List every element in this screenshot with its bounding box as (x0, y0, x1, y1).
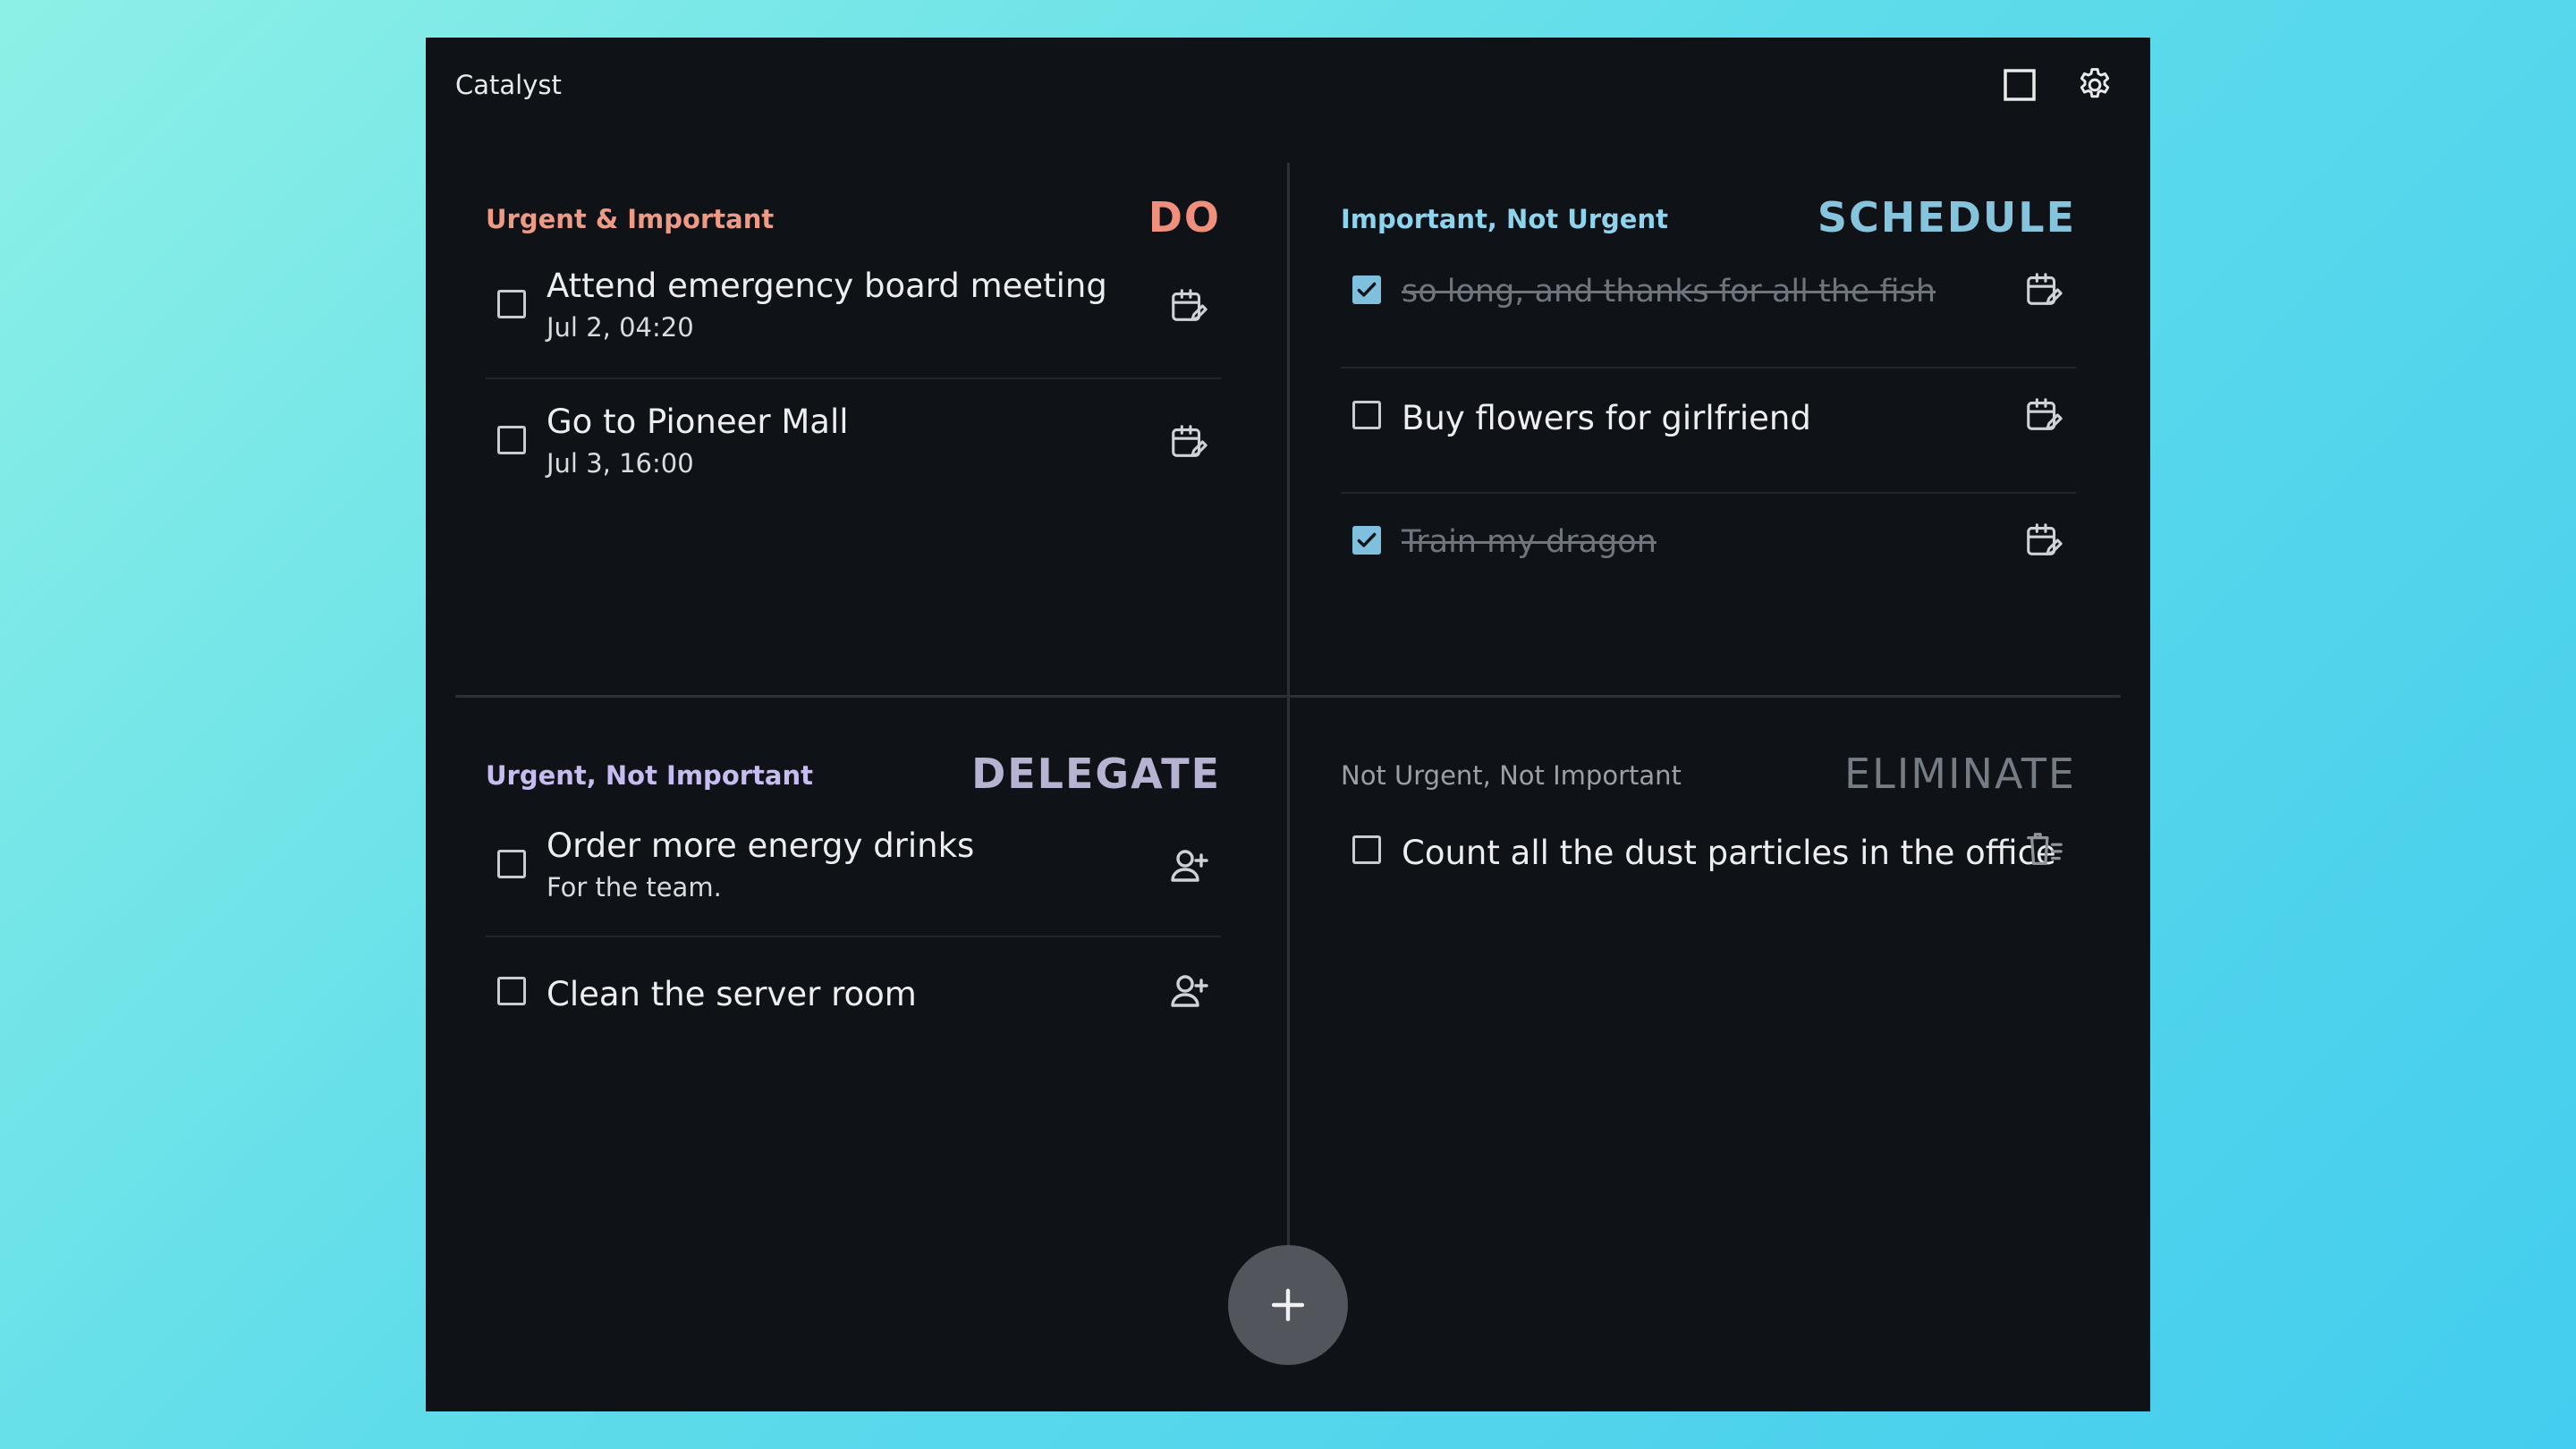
task-title: Go to Pioneer Mall (547, 402, 849, 441)
task-item[interactable]: Train my dragon (1341, 523, 2076, 578)
task-title: Buy flowers for girlfriend (1402, 399, 1811, 437)
calendar-edit-icon[interactable] (1165, 283, 1212, 329)
quadrant-eliminate: Not Urgent, Not Important ELIMINATE Coun… (1341, 737, 2076, 1238)
task-checkbox[interactable] (497, 850, 526, 878)
plus-icon (1271, 1288, 1305, 1322)
quadrant-schedule: Important, Not Urgent SCHEDULE so long, … (1341, 181, 2076, 682)
task-checkbox[interactable] (497, 977, 526, 1005)
calendar-edit-icon[interactable] (1165, 419, 1212, 465)
task-checkbox[interactable] (1352, 401, 1381, 429)
task-item[interactable]: Buy flowers for girlfriend (1341, 398, 2076, 494)
task-checkbox[interactable] (1352, 275, 1381, 304)
vertical-divider (1287, 163, 1290, 1267)
task-note: For the team. (547, 872, 722, 902)
quadrant-action: DO (1148, 193, 1221, 242)
task-item[interactable]: Attend emergency board meeting Jul 2, 04… (486, 267, 1221, 379)
quadrant-action: SCHEDULE (1817, 193, 2076, 242)
task-due-date: Jul 3, 16:00 (547, 448, 694, 479)
calendar-edit-icon[interactable] (2021, 517, 2067, 564)
task-item[interactable]: so long, and thanks for all the fish (1341, 273, 2076, 369)
quadrant-delegate: Urgent, Not Important DELEGATE Order mor… (486, 737, 1221, 1238)
task-title: Clean the server room (547, 975, 917, 1013)
task-title: Count all the dust particles in the offi… (1402, 834, 2056, 872)
quadrant-action: ELIMINATE (1844, 750, 2076, 798)
task-checkbox[interactable] (497, 426, 526, 454)
person-add-icon[interactable] (1165, 843, 1212, 889)
quadrant-action: DELEGATE (971, 750, 1221, 798)
add-task-button[interactable] (1228, 1245, 1348, 1365)
quadrant-label: Urgent, Not Important (486, 760, 813, 791)
task-item[interactable]: Go to Pioneer Mall Jul 3, 16:00 (486, 402, 1221, 492)
app-title: Catalyst (455, 70, 562, 100)
quadrant-label: Important, Not Urgent (1341, 204, 1668, 234)
task-item[interactable]: Clean the server room (486, 975, 1221, 1029)
quadrant-do: Urgent & Important DO Attend emergency b… (486, 181, 1221, 682)
trash-list-icon[interactable] (2021, 826, 2067, 873)
calendar-edit-icon[interactable] (2021, 267, 2067, 313)
quadrant-label: Urgent & Important (486, 204, 775, 234)
checkmark-icon (1357, 282, 1377, 297)
task-title: Train my dragon (1402, 524, 1657, 560)
task-checkbox[interactable] (1352, 526, 1381, 555)
checkmark-icon (1357, 532, 1377, 547)
app-window: Catalyst Urgent & Important DO Attend em… (426, 38, 2150, 1411)
task-due-date: Jul 2, 04:20 (547, 312, 694, 343)
horizontal-divider (455, 695, 2121, 698)
task-checkbox[interactable] (497, 290, 526, 318)
task-title: Order more energy drinks (547, 826, 975, 865)
person-add-icon[interactable] (1165, 968, 1212, 1014)
task-item[interactable]: Order more energy drinks For the team. (486, 826, 1221, 937)
task-title: Attend emergency board meeting (547, 267, 1107, 305)
window-icon[interactable] (1998, 64, 2041, 106)
gear-icon[interactable] (2073, 64, 2116, 106)
task-item[interactable]: Count all the dust particles in the offi… (1341, 833, 2076, 887)
quadrant-label: Not Urgent, Not Important (1341, 760, 1682, 791)
task-title: so long, and thanks for all the fish (1402, 274, 1936, 309)
calendar-edit-icon[interactable] (2021, 392, 2067, 438)
task-checkbox[interactable] (1352, 835, 1381, 864)
